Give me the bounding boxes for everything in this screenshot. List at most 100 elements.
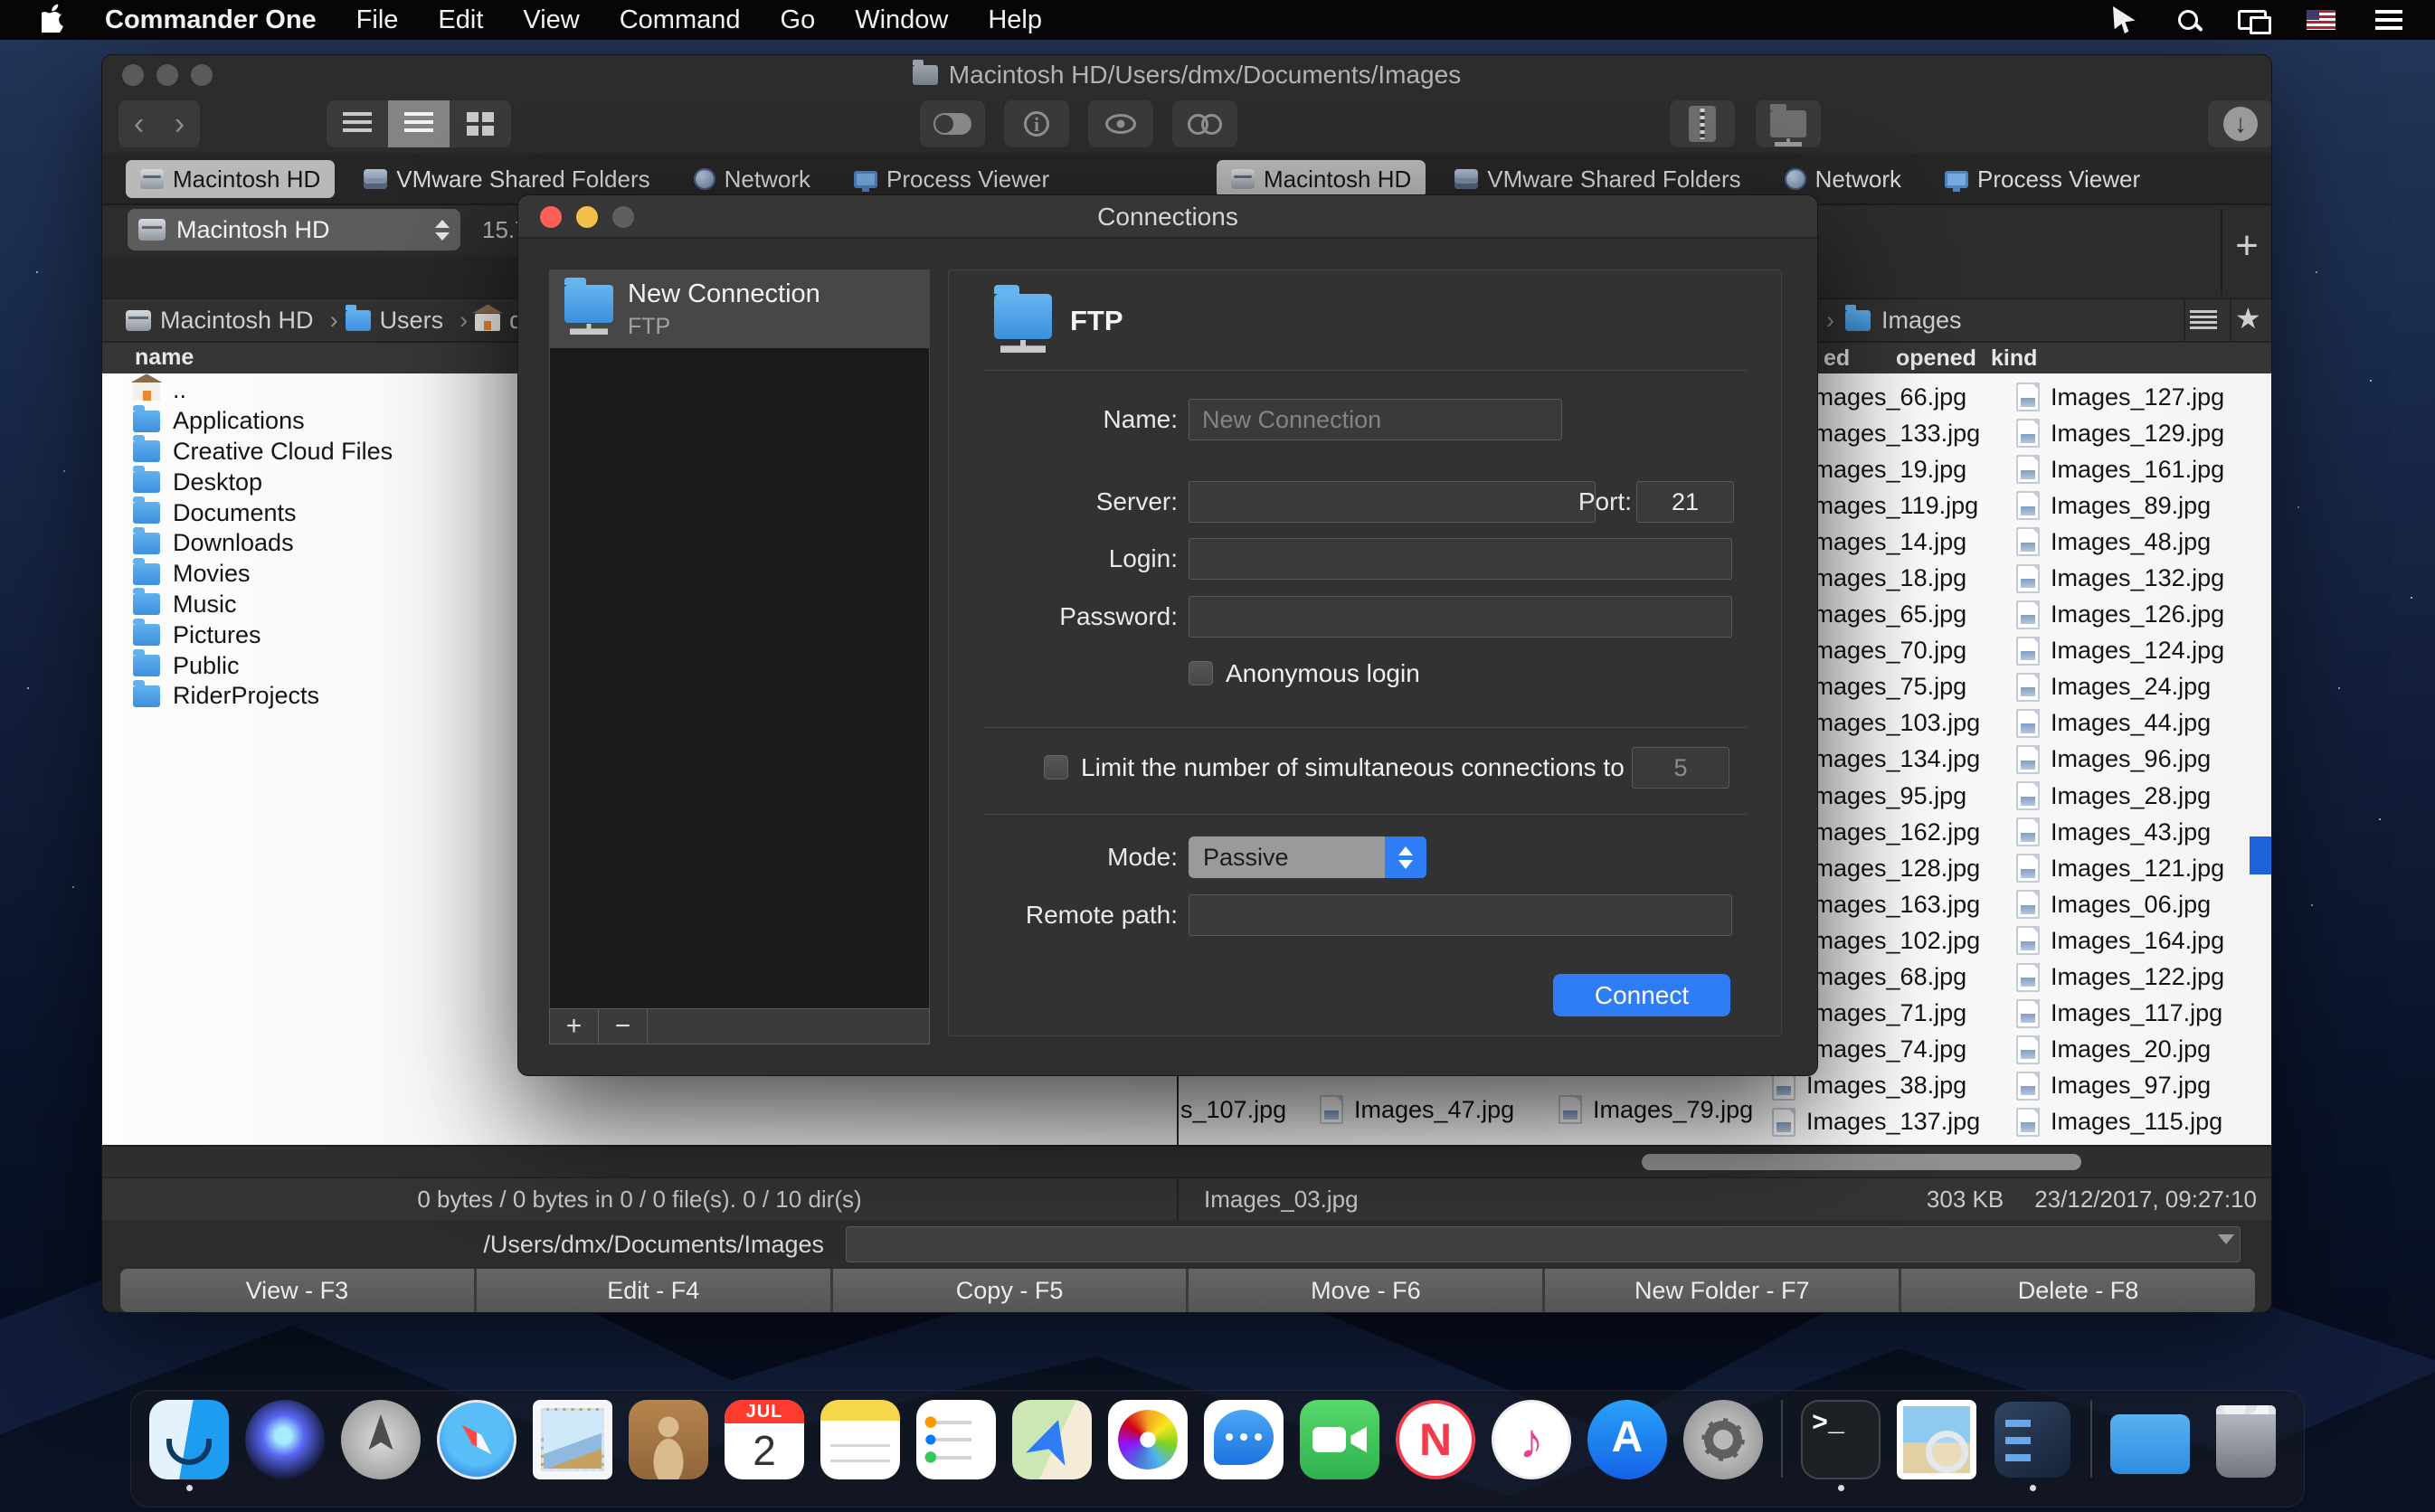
function-key-button[interactable]: View - F3 — [120, 1269, 474, 1312]
tab[interactable]: Process Viewer — [839, 160, 1064, 198]
file-item[interactable]: Images_48.jpg — [2016, 524, 2259, 560]
search-files-button[interactable] — [1172, 100, 1237, 147]
function-key-button[interactable]: Move - F6 — [1189, 1269, 1542, 1312]
menu-item[interactable]: Help — [988, 5, 1042, 35]
file-item[interactable]: Images_28.jpg — [2016, 778, 2259, 814]
function-key-button[interactable]: Copy - F5 — [833, 1269, 1187, 1312]
breadcrumb-folder-label[interactable]: Images — [1881, 307, 1962, 335]
detail-view-button[interactable] — [388, 100, 450, 147]
file-item[interactable]: Images_132.jpg — [2016, 560, 2259, 596]
back-button[interactable]: ‹ — [118, 103, 159, 145]
file-item[interactable]: Images_89.jpg — [2016, 487, 2259, 524]
dock-app-icon[interactable] — [1200, 1400, 1287, 1494]
dock-app-icon[interactable] — [625, 1400, 712, 1494]
file-item[interactable]: Images_47.jpg — [1320, 1091, 1514, 1128]
menu-item[interactable]: Go — [781, 5, 816, 35]
login-field[interactable] — [1189, 538, 1732, 580]
breadcrumb-item[interactable]: Users — [346, 307, 469, 335]
file-item[interactable]: Images_122.jpg — [2016, 959, 2259, 996]
connect-button[interactable]: Connect — [1553, 974, 1730, 1016]
name-field[interactable]: New Connection — [1189, 399, 1562, 440]
tab[interactable]: Process Viewer — [1930, 160, 2155, 198]
file-item[interactable]: s_107.jpg — [1180, 1091, 1286, 1128]
file-item[interactable]: Images_96.jpg — [2016, 742, 2259, 778]
tab[interactable]: VMware Shared Folders — [349, 160, 664, 198]
column-header-opened[interactable]: opened — [1896, 345, 1976, 372]
add-tab-button[interactable]: + — [2221, 209, 2271, 296]
apple-menu[interactable] — [42, 4, 65, 37]
mode-dropdown[interactable]: Passive — [1189, 836, 1426, 878]
dock-app-icon[interactable] — [1797, 1400, 1884, 1494]
function-key-button[interactable]: Edit - F4 — [477, 1269, 830, 1312]
column-header-created[interactable]: ed — [1824, 345, 1850, 372]
view-options-icon[interactable] — [2190, 310, 2217, 330]
file-item[interactable]: Images_115.jpg — [2016, 1104, 2259, 1140]
input-language-flag-icon[interactable] — [2307, 10, 2336, 30]
info-button[interactable]: i — [1004, 100, 1069, 147]
file-item[interactable]: Images_126.jpg — [2016, 597, 2259, 633]
function-key-button[interactable]: Delete - F8 — [1901, 1269, 2255, 1312]
file-item[interactable]: Images_124.jpg — [2016, 633, 2259, 669]
displays-icon[interactable] — [2238, 10, 2267, 30]
search-icon[interactable] — [2178, 10, 2198, 30]
file-item[interactable]: Images_43.jpg — [2016, 814, 2259, 850]
column-header-kind[interactable]: kind — [1991, 345, 2037, 372]
archive-button[interactable] — [1670, 100, 1735, 147]
file-item[interactable]: Images_127.jpg — [2016, 379, 2259, 415]
dock-app-icon[interactable]: JUL 2 — [721, 1400, 808, 1494]
remote-path-field[interactable] — [1189, 894, 1732, 936]
file-item[interactable]: Images_117.jpg — [2016, 996, 2259, 1032]
remove-connection-button[interactable]: − — [599, 1009, 648, 1044]
dock-app-icon[interactable] — [337, 1400, 424, 1494]
dock-app-icon[interactable] — [433, 1400, 520, 1494]
downloads-queue-button[interactable]: ↓ — [2208, 100, 2272, 147]
dock-app-icon[interactable] — [2107, 1400, 2193, 1494]
breadcrumb-item[interactable]: d — [475, 307, 523, 335]
dock-app-icon[interactable] — [1776, 1400, 1788, 1494]
forward-button[interactable]: › — [159, 103, 200, 145]
tab[interactable]: Network — [1770, 160, 1916, 198]
favorites-star-icon[interactable]: ★ — [2235, 301, 2261, 335]
file-item[interactable]: Images_24.jpg — [2016, 669, 2259, 705]
port-field[interactable]: 21 — [1636, 481, 1734, 523]
dock-app-icon[interactable] — [146, 1400, 232, 1494]
dock-app-icon[interactable] — [913, 1400, 1000, 1494]
chevron-down-icon[interactable] — [2218, 1234, 2234, 1244]
dock-app-icon[interactable] — [1009, 1400, 1095, 1494]
menu-item[interactable]: View — [523, 5, 579, 35]
add-connection-button[interactable]: + — [550, 1009, 599, 1044]
connection-list-item[interactable]: New Connection FTP — [550, 270, 929, 348]
limit-connections-field[interactable]: 5 — [1632, 747, 1729, 789]
file-item[interactable]: Images_129.jpg — [2016, 415, 2259, 451]
menu-item[interactable]: Edit — [438, 5, 483, 35]
limit-connections-checkbox[interactable] — [1044, 755, 1068, 780]
function-key-button[interactable]: New Folder - F7 — [1545, 1269, 1899, 1312]
dock-app-icon[interactable] — [2203, 1400, 2289, 1494]
tab[interactable]: VMware Shared Folders — [1440, 160, 1755, 198]
file-item[interactable]: Images_121.jpg — [2016, 850, 2259, 886]
dock-app-icon[interactable] — [529, 1400, 616, 1494]
dock-app-icon[interactable] — [1488, 1400, 1575, 1494]
list-view-button[interactable] — [327, 100, 388, 147]
menu-app-name[interactable]: Commander One — [105, 5, 317, 35]
file-item[interactable]: Images_164.jpg — [2016, 922, 2259, 959]
file-item[interactable]: Images_06.jpg — [2016, 886, 2259, 922]
tab[interactable]: Macintosh HD — [126, 160, 335, 198]
tab[interactable]: Macintosh HD — [1217, 160, 1426, 198]
dock-app-icon[interactable] — [1584, 1400, 1671, 1494]
scrollbar-thumb[interactable] — [1642, 1154, 2081, 1170]
pointer-icon[interactable] — [2113, 6, 2138, 33]
dock-app-icon[interactable] — [1392, 1400, 1479, 1494]
drive-selector[interactable]: Macintosh HD — [128, 209, 460, 250]
menu-item[interactable]: Command — [620, 5, 741, 35]
preview-button[interactable] — [1088, 100, 1153, 147]
password-field[interactable] — [1189, 596, 1732, 638]
command-line-input[interactable] — [846, 1226, 2241, 1262]
dock-app-icon[interactable] — [1296, 1400, 1383, 1494]
file-item[interactable]: Images_161.jpg — [2016, 451, 2259, 487]
dock-app-icon[interactable] — [1680, 1400, 1767, 1494]
dock-app-icon[interactable] — [1893, 1400, 1980, 1494]
hidden-files-toggle-button[interactable] — [920, 100, 985, 147]
dock-app-icon[interactable] — [1989, 1400, 2076, 1494]
dock-app-icon[interactable] — [1104, 1400, 1191, 1494]
